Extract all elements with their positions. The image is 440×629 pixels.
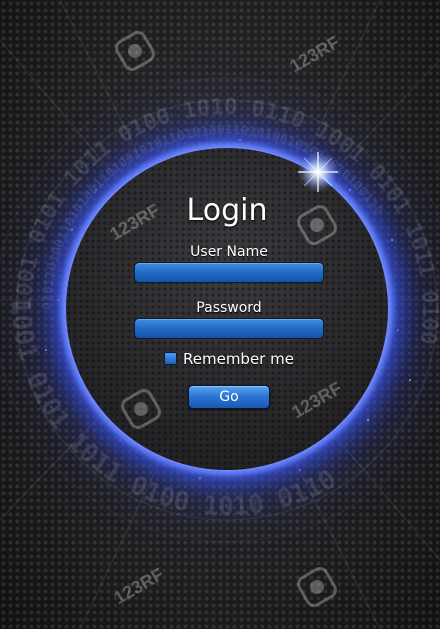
watermark-logo [111, 27, 159, 75]
watermark-logo-icon [293, 201, 341, 249]
username-input[interactable] [134, 262, 324, 283]
password-input[interactable] [134, 318, 324, 339]
login-screen: 1001 0101 1011 0100 1010 0110 1001 0101 … [0, 0, 440, 629]
watermark: 123RF [106, 200, 163, 244]
watermark: 123RF [286, 32, 343, 76]
lens-flare-icon [298, 152, 338, 192]
remember-me-checkbox[interactable] [164, 352, 177, 365]
watermark: 123RF [288, 378, 345, 422]
watermark-logo-icon [111, 27, 159, 75]
watermark-logo-icon [293, 563, 341, 611]
watermark-logo-icon [117, 385, 165, 433]
password-label: Password [196, 300, 262, 316]
remember-me-label[interactable]: Remember me [183, 350, 294, 368]
go-button[interactable]: Go [188, 385, 270, 409]
watermark-logo [293, 563, 341, 611]
watermark-logo [117, 385, 165, 433]
username-label: User Name [190, 244, 268, 260]
watermark: 123RF [110, 564, 167, 608]
watermark-logo [293, 201, 341, 249]
